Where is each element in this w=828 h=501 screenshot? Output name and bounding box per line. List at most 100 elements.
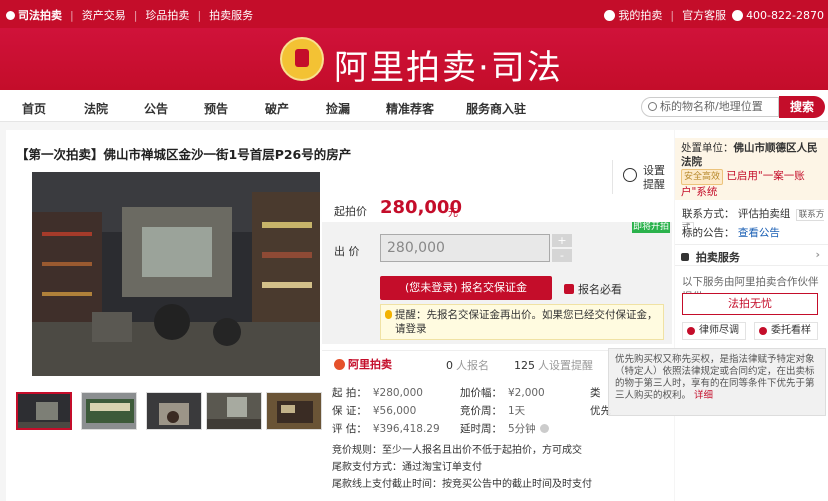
thumbnail-1[interactable]	[16, 392, 72, 430]
top-right: 我的拍卖 | 官方客服 400-822-2870	[604, 7, 824, 23]
link-treasure-auction[interactable]: 珍品拍卖	[145, 7, 189, 23]
location-icon	[759, 327, 767, 335]
lawyer-due-diligence-button[interactable]: 律师尽调	[682, 322, 746, 340]
thumbnail-4[interactable]	[206, 392, 262, 430]
ali-logo-icon	[334, 359, 345, 370]
detail-value: 5分钟	[508, 423, 536, 435]
nav-announcement[interactable]: 公告	[144, 100, 168, 117]
ali-auction-logo: 阿里拍卖	[334, 356, 392, 372]
nav-bargain[interactable]: 捡漏	[326, 100, 350, 117]
thumbnail-image	[82, 393, 136, 429]
deposit-signup-button[interactable]: (您未登录) 报名交保证金	[380, 276, 552, 300]
link-asset-trade[interactable]: 资产交易	[82, 7, 126, 23]
entrust-viewing-button[interactable]: 委托看样	[754, 322, 818, 340]
court-info: 处置单位：佛山市顺德区人民法院 安全高效 已启用"一案一账户"系统	[675, 138, 828, 200]
search-input[interactable]: 标的物名称/地理位置	[641, 97, 779, 117]
banner: 阿里拍卖·司法	[0, 28, 828, 90]
lot-title: 【第一次拍卖】佛山市禅城区金沙一街1号首层P26号的房产	[16, 147, 352, 162]
detail-category: 类	[590, 387, 601, 399]
bulb-icon	[385, 310, 392, 319]
my-auction-link[interactable]: 我的拍卖	[618, 7, 662, 23]
nav-court[interactable]: 法院	[84, 100, 108, 117]
must-read-link[interactable]: 报名必看	[564, 281, 622, 297]
notice-link[interactable]: 查看公告	[738, 227, 780, 239]
logo-icon	[6, 10, 15, 20]
clock-icon	[623, 168, 637, 182]
nav-provider-join[interactable]: 服务商入驻	[466, 100, 526, 117]
notice-label: 标的公告：	[682, 227, 735, 239]
thumbnail-2[interactable]	[81, 392, 137, 430]
detail-key: 评 估：	[332, 423, 367, 435]
reminder-count: 125	[514, 359, 535, 372]
brand-title[interactable]: 阿里拍卖·司法	[334, 40, 563, 89]
security-badge: 安全高效	[681, 169, 724, 185]
bid-input[interactable]: 280,000	[380, 234, 550, 262]
link-auction-service[interactable]: 拍卖服务	[209, 7, 253, 23]
doc-icon	[564, 284, 574, 294]
contact-value: 评估拍卖组	[737, 208, 791, 220]
auction-service-header[interactable]: 拍卖服务 ›	[675, 244, 828, 266]
thumbnail-image	[207, 393, 261, 429]
contact-label: 联系方式：	[682, 208, 735, 220]
signup-count: 0	[446, 359, 453, 372]
signup-stat: 0 人报名	[446, 357, 489, 373]
detail-key: 延时周：	[460, 423, 502, 435]
thumbnail-image	[18, 394, 70, 428]
lawyer-label: 律师尽调	[699, 325, 739, 336]
reminder-stat-label: 人设置提醒	[538, 359, 593, 372]
user-icon	[604, 9, 616, 21]
nav-preview[interactable]: 预告	[204, 100, 228, 117]
hint-text: 提醒：先报名交保证金再出价。如果您已经交付保证金，请登录	[395, 309, 658, 335]
org-label: 处置单位：	[681, 142, 734, 154]
search-button[interactable]: 搜索	[779, 96, 825, 118]
chevron-right-icon: ›	[815, 248, 820, 261]
detail-key: 竞价周：	[460, 405, 502, 417]
lot-photo[interactable]	[32, 172, 320, 376]
divider: |	[133, 8, 138, 22]
nav-bankruptcy[interactable]: 破产	[265, 100, 289, 117]
rule-payment: 尾款支付方式：通过淘宝订单支付	[332, 462, 482, 473]
search-placeholder: 标的物名称/地理位置	[660, 100, 763, 113]
signup-label: 人报名	[456, 359, 489, 372]
court-emblem-icon	[280, 37, 324, 81]
top-links: 司法拍卖 | 资产交易 | 珍品拍卖 | 拍卖服务	[6, 7, 253, 23]
nav-home[interactable]: 首页	[22, 100, 46, 117]
set-reminder-button[interactable]: 设置提醒	[612, 160, 668, 194]
priority-tooltip: 优先购买权又称先买权，是指法律赋予特定对象（特定人）依照法律规定或合同约定，在出…	[608, 348, 826, 416]
detail-value: ¥2,000	[508, 387, 545, 399]
detail-key: 起 拍：	[332, 387, 367, 399]
start-price-unit: 元	[448, 208, 458, 219]
detail-key: 保 证：	[332, 405, 367, 417]
bid-label: 出 价	[334, 245, 360, 258]
detail-increment: 加价幅： ¥2,000	[460, 385, 545, 400]
stepper-plus-button[interactable]: +	[552, 234, 572, 247]
detail-start-price: 起 拍： ¥280,000	[332, 385, 423, 400]
detail-period: 竞价周： 1天	[460, 403, 525, 418]
lawyer-icon	[687, 327, 695, 335]
login-hint: 提醒：先报名交保证金再出价。如果您已经交付保证金，请登录	[380, 304, 664, 340]
rule-deadline: 尾款线上支付截止时间：按竞买公告中的截止时间及时支付	[332, 479, 592, 490]
nav-precise-customer[interactable]: 精准荐客	[386, 100, 434, 117]
legal-worry-free-button[interactable]: 法拍无忧	[682, 293, 818, 315]
service-title: 拍卖服务	[695, 251, 740, 264]
must-read-label: 报名必看	[578, 283, 622, 296]
notice-row: 标的公告： 查看公告	[682, 225, 780, 240]
stepper-minus-button[interactable]: -	[552, 249, 572, 262]
service-icon	[681, 253, 689, 261]
help-icon[interactable]	[539, 424, 549, 433]
divider: |	[70, 8, 74, 22]
thumbnail-image	[147, 393, 201, 429]
search-icon	[648, 102, 657, 111]
detail-deposit: 保 证： ¥56,000	[332, 403, 416, 418]
detail-key: 加价幅：	[460, 387, 502, 399]
site-logo-text[interactable]: 司法拍卖	[18, 7, 62, 23]
detail-value: ¥396,418.29	[372, 423, 440, 435]
tooltip-detail-link[interactable]: 详细	[694, 390, 713, 401]
start-price-label: 起拍价	[334, 205, 367, 218]
detail-appraisal: 评 估： ¥396,418.29	[332, 421, 440, 436]
reminder-label: 设置提醒	[643, 164, 665, 191]
thumbnail-3[interactable]	[146, 392, 202, 430]
customer-service-link[interactable]: 官方客服	[682, 7, 726, 23]
phone-number: 400-822-2870	[746, 8, 824, 22]
thumbnail-5[interactable]	[266, 392, 322, 430]
